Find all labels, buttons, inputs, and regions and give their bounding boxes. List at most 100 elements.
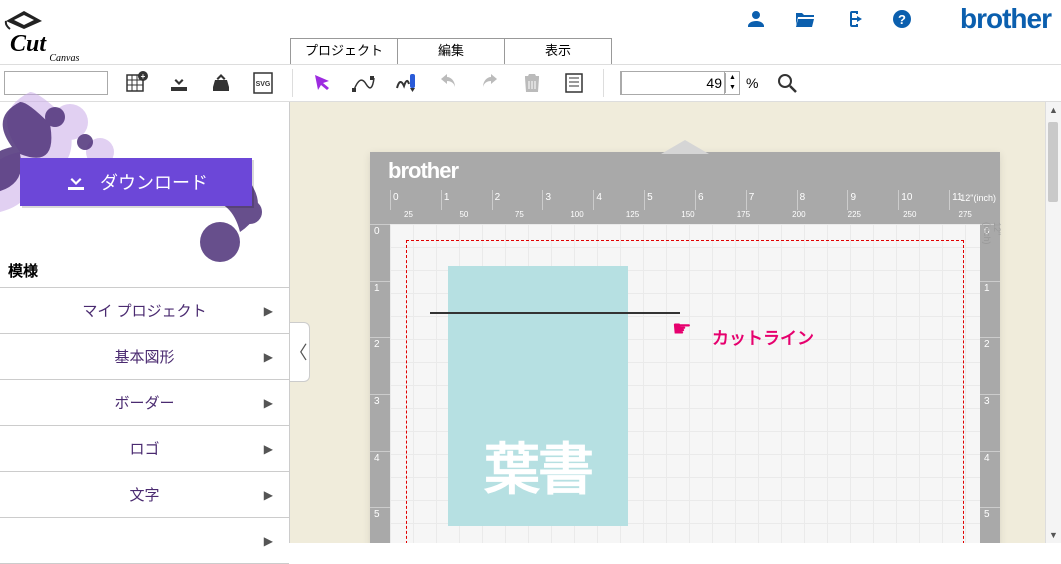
zoom-input[interactable] [621,71,725,95]
magnify-icon[interactable] [774,70,800,96]
zoom-spinner: ▲ ▼ [725,73,739,93]
canvas-area: 〈 brother 0 1 2 3 4 5 6 7 8 9 10 11 25 5… [290,102,1061,543]
scrollbar-thumb[interactable] [1048,122,1058,202]
accordion-label: 基本図形 [114,346,174,367]
search-input[interactable] [4,71,108,95]
pointer-hand-icon: ☚ [672,316,692,342]
trash-icon[interactable] [519,70,545,96]
ruler-tick: 2 [374,339,380,350]
scroll-down-icon[interactable]: ▼ [1046,527,1061,543]
chevron-right-icon: ▶ [264,396,273,410]
section-title-patterns: 模様 [0,254,289,287]
zoom-down-icon[interactable]: ▼ [726,83,739,93]
ruler-tick: 2 [495,192,501,203]
ruler-mm-tick: 100 [570,210,583,219]
scroll-up-icon[interactable]: ▲ [1046,102,1061,118]
ruler-tick: 9 [850,192,856,203]
cut-line[interactable] [430,312,680,314]
ruler-tick: 7 [749,192,755,203]
path-tool-icon[interactable] [351,70,377,96]
folder-open-icon[interactable] [794,9,816,29]
download-arrow-icon [64,170,88,194]
accordion-label: ロゴ [129,438,159,459]
chevron-right-icon: ▶ [264,350,273,364]
accordion-item-basicshapes[interactable]: 基本図形 ▶ [0,334,289,380]
ruler-tick: 4 [984,453,990,464]
ruler-tick: 3 [545,192,551,203]
download-button-label: ダウンロード [100,169,208,195]
zoom-control: ▲ ▼ [620,71,740,95]
accordion-label: ボーダー [114,392,174,413]
menu-tab-project[interactable]: プロジェクト [290,38,398,64]
ruler-mm-tick: 275 [959,210,972,219]
cutting-mat: brother 0 1 2 3 4 5 6 7 8 9 10 11 25 50 … [370,152,1000,543]
ruler-mm-tick: 75 [515,210,524,219]
accordion: マイ プロジェクト▶ 基本図形 ▶ ボーダー ▶ ロゴ ▶ 文字▶ ▶ [0,287,289,564]
ruler-mm-tick: 200 [792,210,805,219]
grid-new-icon[interactable]: + [124,70,150,96]
accordion-item-text[interactable]: 文字▶ [0,472,289,518]
chevron-right-icon: ▶ [264,488,273,502]
redo-icon[interactable] [477,70,503,96]
help-icon[interactable]: ? [892,9,912,29]
ruler-vertical-left: 0 1 2 3 4 5 [370,224,390,543]
user-icon[interactable] [746,9,766,29]
collapse-panel-button[interactable]: 〈 [290,322,310,382]
ruler-vertical-right: 0 1 2 3 4 5 [980,224,1000,543]
ruler-tick: 3 [984,396,990,407]
ruler-mm-tick: 25 [404,210,413,219]
chevron-right-icon: ▶ [264,442,273,456]
toolbar-divider [292,69,293,97]
ruler-mm-tick: 50 [459,210,468,219]
svg-text:SVG: SVG [256,81,271,88]
vertical-scrollbar[interactable]: ▲ ▼ [1045,102,1061,543]
logout-icon[interactable] [844,9,864,29]
ruler-mm-tick: 250 [903,210,916,219]
select-arrow-icon[interactable] [309,70,335,96]
undo-icon[interactable] [435,70,461,96]
ruler-tick: 2 [984,339,990,350]
design-shape-postcard[interactable]: 葉書 [448,266,628,526]
ruler-horizontal-inch: 0 1 2 3 4 5 6 7 8 9 10 11 [370,190,1000,210]
accordion-item-myprojects[interactable]: マイ プロジェクト▶ [0,288,289,334]
logo-glyph-icon [4,7,44,31]
ruler-tick: 5 [647,192,653,203]
ruler-tick: 6 [698,192,704,203]
logo-text-left: Scan [10,0,59,6]
svg-text:+: + [141,72,146,81]
download-icon[interactable] [166,70,192,96]
ruler-tick: 5 [374,509,380,520]
download-button[interactable]: ダウンロード [20,158,252,206]
ruler-tick: 5 [984,509,990,520]
menu-tab-edit[interactable]: 編集 [397,38,505,64]
properties-icon[interactable] [561,70,587,96]
accordion-item-logo[interactable]: ロゴ ▶ [0,426,289,472]
ruler-mm-tick: 175 [737,210,750,219]
draw-tool-icon[interactable] [393,70,419,96]
ruler-tick: 1 [374,283,380,294]
menu-tab-view[interactable]: 表示 [504,38,612,64]
svg-text:?: ? [898,12,906,27]
svg-file-icon[interactable]: SVG [250,70,276,96]
ruler-mm-tick: 225 [848,210,861,219]
zoom-up-icon[interactable]: ▲ [726,73,739,83]
ruler-tick: 0 [393,192,399,203]
upload-icon[interactable] [208,70,234,96]
ruler-mm-tick: 125 [626,210,639,219]
ruler-tick: 1 [984,283,990,294]
top-icons: ? brother [746,3,1051,35]
mat-grid[interactable]: 葉書 ☚ カットライン [390,224,980,543]
logo-text-right: Cut [10,31,46,57]
ruler-tick: 11 [952,192,962,203]
chevron-right-icon: ▶ [264,304,273,318]
top-bar: ScanCut Canvas ? brother [0,0,1061,38]
toolbar-divider-2 [603,69,604,97]
ruler-tick: 1 [444,192,450,203]
ruler-tick: 0 [374,226,380,237]
accordion-item-empty[interactable]: ▶ [0,518,289,564]
mat-notch-icon [661,140,709,154]
menu-row: プロジェクト 編集 表示 [0,38,1061,64]
left-panel: ダウンロード 模様 マイ プロジェクト▶ 基本図形 ▶ ボーダー ▶ ロゴ ▶ 文字▶… [0,102,290,543]
accordion-item-border[interactable]: ボーダー ▶ [0,380,289,426]
zoom-suffix: % [746,75,758,91]
